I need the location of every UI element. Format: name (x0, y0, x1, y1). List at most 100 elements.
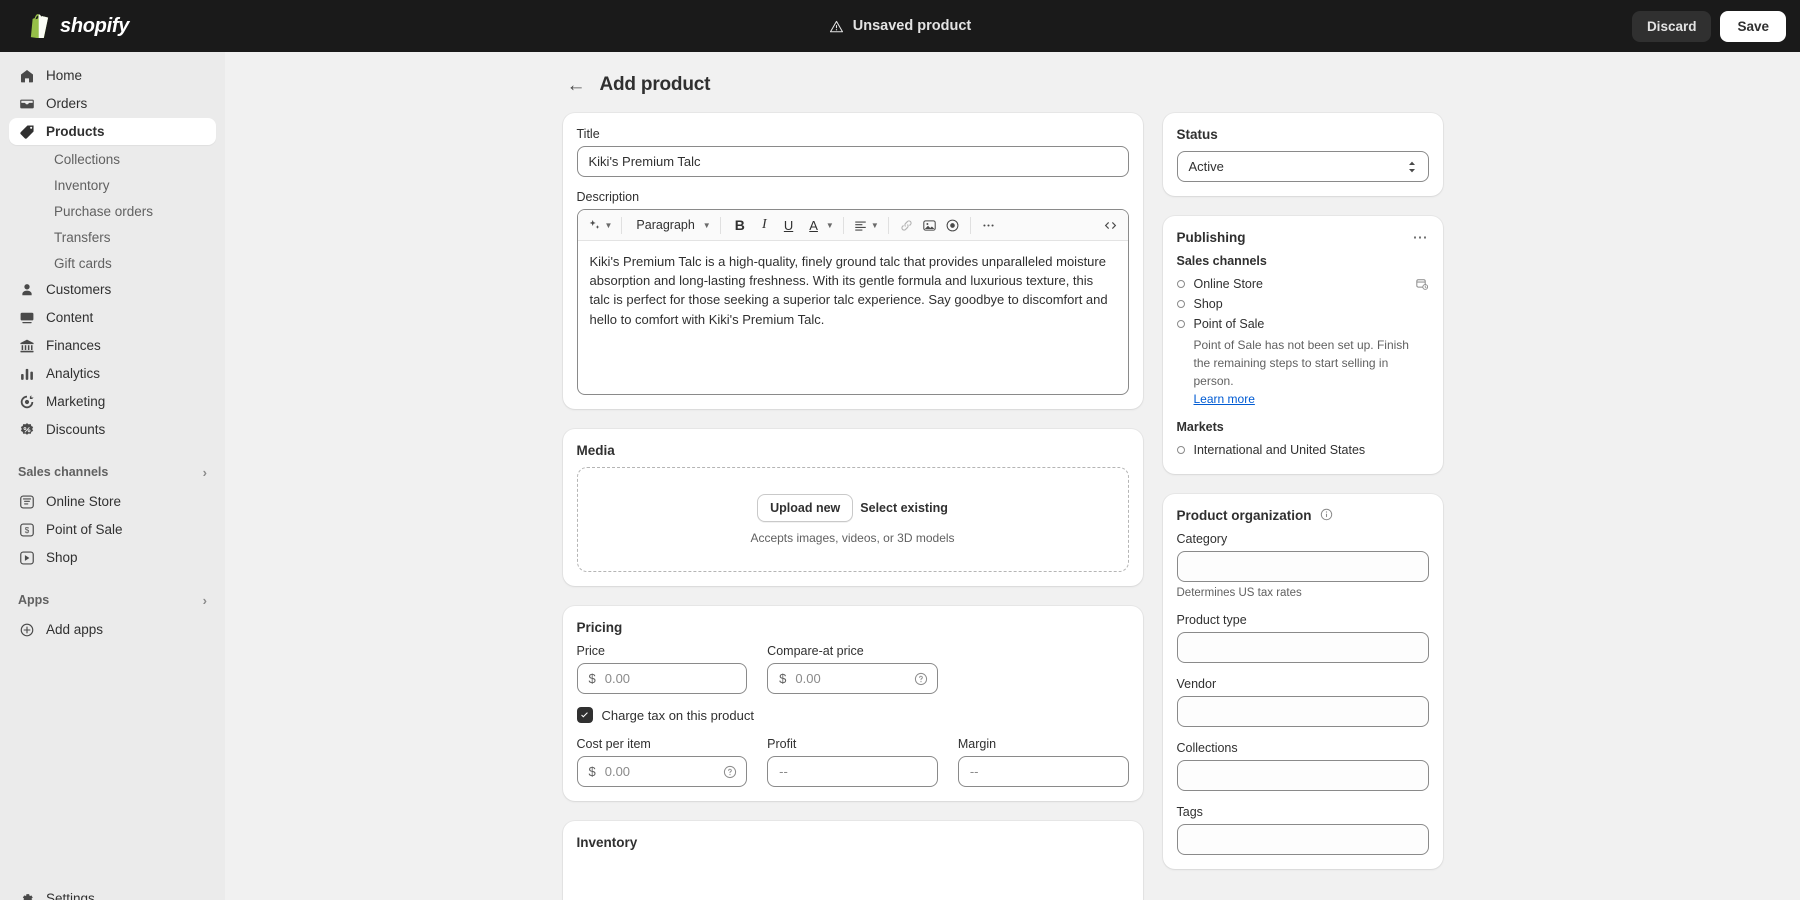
upload-new-button[interactable]: Upload new (757, 494, 853, 522)
content-icon (18, 309, 35, 326)
sidebar-item-orders[interactable]: Orders (9, 90, 216, 117)
sidebar-item-label: Discounts (46, 422, 105, 437)
calendar-clock-icon[interactable] (1415, 277, 1429, 291)
pricing-card-title: Pricing (577, 620, 1129, 635)
question-circle-icon[interactable] (914, 672, 928, 686)
cost-per-item-field: Cost per item $ 0.00 (577, 737, 748, 787)
price-label: Price (577, 644, 748, 658)
gear-icon (18, 890, 35, 900)
italic-button[interactable]: I (753, 214, 776, 237)
status-value: Active (1189, 159, 1224, 174)
cost-per-item-input[interactable]: $ 0.00 (577, 756, 748, 787)
shopify-logo[interactable]: shopify (14, 14, 224, 39)
price-currency: $ (589, 671, 596, 686)
video-icon[interactable] (941, 214, 964, 237)
charge-tax-checkbox-row[interactable]: Charge tax on this product (577, 707, 1129, 723)
info-circle-icon[interactable] (1320, 508, 1333, 521)
ellipsis-icon[interactable] (977, 214, 1000, 237)
product-type-input[interactable] (1177, 632, 1429, 663)
code-icon[interactable] (1099, 214, 1122, 237)
profit-input[interactable]: -- (767, 756, 938, 787)
compare-input-wrap: $ 0.00 (767, 663, 938, 694)
section-label: Sales channels (18, 465, 108, 479)
select-existing-button[interactable]: Select existing (860, 501, 948, 515)
brand-wordmark: shopify (60, 15, 129, 38)
image-icon[interactable] (918, 214, 941, 237)
block-style-dropdown[interactable]: Paragraph ▼ (628, 214, 713, 237)
vendor-label: Vendor (1177, 677, 1429, 691)
sidebar-item-settings[interactable]: Settings (9, 885, 216, 900)
sidebar-item-content[interactable]: Content (9, 304, 216, 331)
sidebar-item-marketing[interactable]: Marketing (9, 388, 216, 415)
magic-sparkle-icon[interactable]: ▼ (584, 214, 616, 237)
description-text[interactable]: Kiki's Premium Talc is a high-quality, f… (578, 241, 1128, 394)
ellipsis-icon[interactable]: ⋯ (1413, 230, 1429, 245)
chevron-down-icon: ▼ (826, 221, 834, 230)
inventory-card-title: Inventory (577, 835, 1129, 850)
page-header: ← Add product (563, 74, 1463, 96)
sidebar-subitem-inventory[interactable]: Inventory (9, 172, 216, 198)
sidebar-item-finances[interactable]: Finances (9, 332, 216, 359)
page-container: ← Add product Title Kiki's Premium Talc … (563, 74, 1463, 900)
status-select[interactable]: Active (1177, 151, 1429, 182)
sidebar-item-label: Marketing (46, 394, 105, 409)
description-editor: ▼ Paragraph ▼ B (577, 209, 1129, 395)
vendor-input[interactable] (1177, 696, 1429, 727)
sidebar-subitem-transfers[interactable]: Transfers (9, 224, 216, 250)
sidebar-item-online-store[interactable]: Online Store (9, 488, 216, 515)
sales-channel-shop[interactable]: Shop (1177, 294, 1429, 314)
sidebar-subitem-label: Transfers (54, 230, 111, 245)
arrow-left-icon[interactable]: ← (567, 76, 586, 95)
sidebar-item-analytics[interactable]: Analytics (9, 360, 216, 387)
compare-at-price-input[interactable]: $ 0.00 (767, 663, 938, 694)
market-international-and-united-states[interactable]: International and United States (1177, 440, 1429, 460)
sidebar-item-discounts[interactable]: Discounts (9, 416, 216, 443)
sidebar-item-products[interactable]: Products (9, 118, 216, 145)
sidebar-item-shop[interactable]: Shop (9, 544, 216, 571)
tags-input[interactable] (1177, 824, 1429, 855)
sidebar-subitem-purchase-orders[interactable]: Purchase orders (9, 198, 216, 224)
category-input[interactable] (1177, 551, 1429, 582)
underline-button[interactable]: U (776, 214, 801, 237)
text-color-button[interactable]: A ▼ (801, 214, 837, 237)
unsaved-indicator: Unsaved product (829, 18, 971, 34)
sidebar-item-point-of-sale[interactable]: $ Point of Sale (9, 516, 216, 543)
shop-bag-icon (18, 549, 35, 566)
margin-label: Margin (958, 737, 1129, 751)
align-left-icon[interactable]: ▼ (850, 214, 882, 237)
collections-input[interactable] (1177, 760, 1429, 791)
sidebar-item-add-apps[interactable]: Add apps (9, 616, 216, 643)
cost-input-wrap: $ 0.00 (577, 756, 748, 787)
title-description-card: Title Kiki's Premium Talc Description ▼ (563, 113, 1143, 409)
pos-setup-note: Point of Sale has not been set up. Finis… (1177, 336, 1429, 390)
price-input[interactable]: $ 0.00 (577, 663, 748, 694)
margin-input[interactable]: -- (958, 756, 1129, 787)
media-dropzone[interactable]: Upload new Select existing Accepts image… (577, 467, 1129, 572)
sidebar-section-sales-channels[interactable]: Sales channels › (9, 458, 216, 486)
sales-channel-point-of-sale[interactable]: Point of Sale (1177, 314, 1429, 334)
sidebar-subitem-collections[interactable]: Collections (9, 146, 216, 172)
discard-button[interactable]: Discard (1632, 11, 1712, 42)
bold-button[interactable]: B (727, 214, 753, 237)
channel-label: Online Store (1194, 277, 1263, 291)
learn-more-link[interactable]: Learn more (1177, 392, 1255, 406)
main-content: ← Add product Title Kiki's Premium Talc … (225, 52, 1800, 900)
divider (720, 217, 721, 234)
sidebar-subitem-gift-cards[interactable]: Gift cards (9, 250, 216, 276)
sidebar-item-customers[interactable]: Customers (9, 276, 216, 303)
category-help: Determines US tax rates (1177, 587, 1429, 599)
sidebar-section-apps[interactable]: Apps › (9, 586, 216, 614)
question-circle-icon[interactable] (723, 765, 737, 779)
cost-value: 0.00 (605, 764, 630, 779)
link-icon[interactable] (895, 214, 918, 237)
tags-label: Tags (1177, 805, 1429, 819)
sales-channel-online-store[interactable]: Online Store (1177, 274, 1429, 294)
save-button[interactable]: Save (1720, 11, 1786, 42)
price-input-wrap: $ 0.00 (577, 663, 748, 694)
pricing-spacer (958, 644, 1129, 694)
charge-tax-checkbox[interactable] (577, 707, 593, 723)
market-label: International and United States (1194, 443, 1366, 457)
market-bullet-icon (1177, 446, 1185, 454)
sidebar-item-home[interactable]: Home (9, 62, 216, 89)
title-input[interactable]: Kiki's Premium Talc (577, 146, 1129, 177)
